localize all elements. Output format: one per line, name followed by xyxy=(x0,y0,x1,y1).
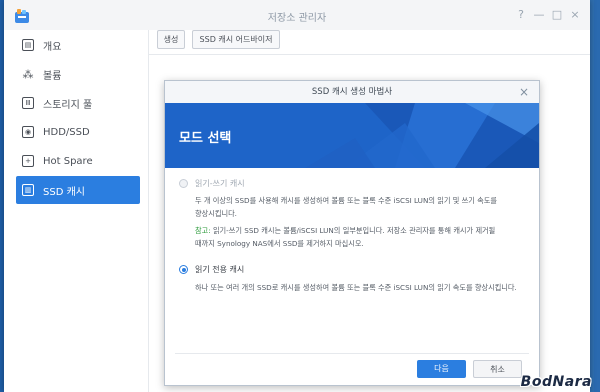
cancel-button[interactable]: 취소 xyxy=(473,360,522,378)
ssd-cache-icon: ▥ xyxy=(22,184,34,196)
hdd-icon: ◉ xyxy=(22,126,34,138)
watermark: BodNara xyxy=(520,374,592,390)
ssd-cache-wizard-dialog: SSD 캐시 생성 마법사 × 모드 선택 읽기-쓰기 캐시 두 개 이상의 S… xyxy=(164,80,540,386)
read-only-cache-description: 하나 또는 여러 개의 SSD로 캐시를 생성하여 볼륨 또는 블록 수준 iS… xyxy=(195,283,517,292)
title-bar: 저장소 관리자 ? — □ × xyxy=(4,0,590,31)
sidebar-item-label: HDD/SSD xyxy=(43,126,90,138)
read-write-cache-radio[interactable] xyxy=(179,179,188,188)
window-title: 저장소 관리자 xyxy=(267,13,327,24)
sidebar: ▤ 개요 ⁂ 볼륨 Ⅲ 스토리지 풀 ◉ HDD/SSD + Hot Spare… xyxy=(4,30,149,392)
hot-spare-icon: + xyxy=(22,155,34,167)
toolbar-divider xyxy=(149,54,590,55)
sidebar-item-label: Hot Spare xyxy=(43,155,93,167)
help-icon[interactable]: ? xyxy=(514,8,528,21)
storage-pool-icon: Ⅲ xyxy=(22,97,34,109)
close-icon[interactable]: × xyxy=(568,8,582,21)
sidebar-item-overview[interactable]: ▤ 개요 xyxy=(16,31,140,59)
volume-icon: ⁂ xyxy=(22,67,34,81)
dialog-title: SSD 캐시 생성 마법사 xyxy=(165,81,539,104)
sidebar-item-ssd-cache[interactable]: ▥ SSD 캐시 xyxy=(16,176,140,204)
create-button[interactable]: 생성 xyxy=(157,30,185,49)
read-only-cache-radio[interactable] xyxy=(179,265,188,274)
minimize-icon[interactable]: — xyxy=(532,8,546,21)
sidebar-item-storage-pool[interactable]: Ⅲ 스토리지 풀 xyxy=(16,89,140,117)
sidebar-item-label: 볼륨 xyxy=(43,70,62,82)
sidebar-item-hot-spare[interactable]: + Hot Spare xyxy=(16,147,140,175)
sidebar-item-hdd-ssd[interactable]: ◉ HDD/SSD xyxy=(16,118,140,146)
dialog-footer-divider xyxy=(175,353,529,354)
maximize-icon[interactable]: □ xyxy=(550,8,564,21)
sidebar-item-volume[interactable]: ⁂ 볼륨 xyxy=(16,60,140,88)
banner-title: 모드 선택 xyxy=(179,131,232,146)
read-write-cache-description: 두 개 이상의 SSD를 사용해 캐시를 생성하여 볼륨 또는 블록 수준 iS… xyxy=(195,196,497,218)
dialog-close-icon[interactable]: × xyxy=(519,85,529,99)
next-button[interactable]: 다음 xyxy=(417,360,466,378)
note-prefix: 참고: xyxy=(195,226,211,235)
desktop-background-right xyxy=(594,0,600,392)
overview-icon: ▤ xyxy=(22,39,34,51)
read-only-cache-label: 읽기 전용 캐시 xyxy=(195,265,245,274)
sidebar-item-label: 개요 xyxy=(43,41,62,53)
wizard-banner: 모드 선택 xyxy=(165,103,539,168)
radio-selected-dot xyxy=(181,267,186,272)
read-write-cache-label: 읽기-쓰기 캐시 xyxy=(195,179,245,188)
sidebar-item-label: 스토리지 풀 xyxy=(43,99,93,111)
ssd-cache-advisor-button[interactable]: SSD 캐시 어드바이저 xyxy=(192,30,280,49)
read-write-cache-note: 참고: 읽기-쓰기 SSD 캐시는 볼륨/iSCSI LUN의 일부분입니다. … xyxy=(195,226,496,248)
sidebar-item-label: SSD 캐시 xyxy=(43,186,85,198)
